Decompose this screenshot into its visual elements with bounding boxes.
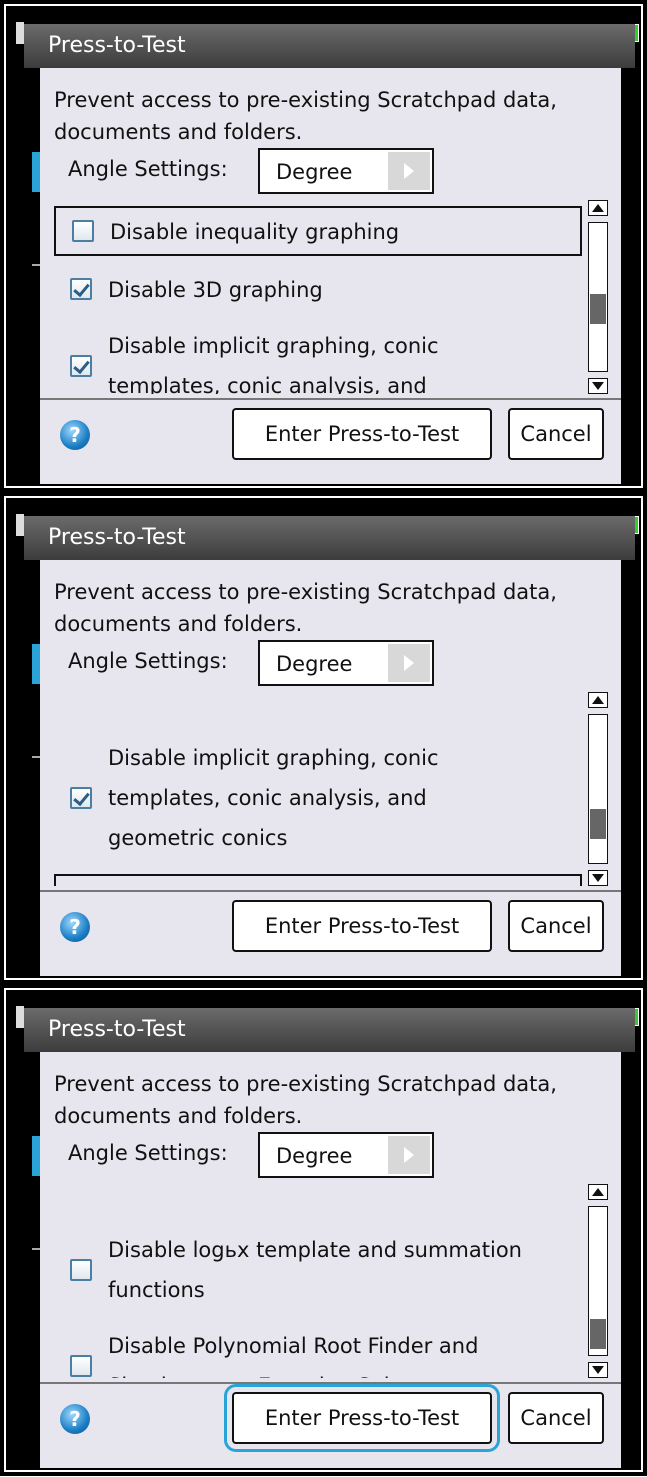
list-scrollbar[interactable] (588, 1184, 608, 1378)
option-row[interactable]: Limit trigonometric functions (54, 874, 582, 886)
help-icon[interactable]: ? (60, 912, 90, 942)
scroll-track[interactable] (588, 1206, 608, 1356)
checkbox-checked-icon[interactable] (70, 355, 92, 377)
cancel-button[interactable]: Cancel (508, 408, 604, 460)
enter-press-to-test-button[interactable]: Enter Press-to-Test (232, 900, 492, 952)
dialog-title: Press-to-Test (24, 24, 635, 68)
enter-press-to-test-button[interactable]: Enter Press-to-Test (224, 1384, 500, 1452)
dialog-description: Prevent access to pre-existing Scratchpa… (54, 580, 557, 636)
scroll-up-icon[interactable] (588, 200, 608, 216)
dropdown-arrow-icon[interactable] (388, 1136, 430, 1174)
dialog-divider (40, 398, 621, 400)
dialog-divider (40, 890, 621, 892)
dialog-description: Prevent access to pre-existing Scratchpa… (54, 1072, 557, 1128)
scroll-thumb[interactable] (590, 809, 606, 839)
option-label: Disable 3D graphing (108, 278, 323, 302)
press-to-test-screen-3: Press-to-Test Prevent access to pre-exist… (0, 984, 647, 1476)
checkbox-unchecked-icon[interactable] (72, 220, 94, 242)
press-to-test-screen-2: Press-to-Test Prevent access to pre-exist… (0, 492, 647, 984)
cancel-button[interactable]: Cancel (508, 900, 604, 952)
dropdown-arrow-icon[interactable] (388, 644, 430, 682)
option-label: Disable inequality graphing (110, 220, 400, 244)
angle-settings-label: Angle Settings: (68, 1141, 228, 1165)
scroll-up-icon[interactable] (588, 692, 608, 708)
dropdown-arrow-icon[interactable] (388, 152, 430, 190)
scroll-track[interactable] (588, 714, 608, 864)
press-to-test-dialog: Press-to-Test Prevent access to pre-exist… (24, 24, 635, 484)
option-row[interactable]: Disable Polynomial Root Finder and Simult… (54, 1326, 582, 1378)
option-label: Limit trigonometric functions (110, 884, 415, 886)
option-label: functions (108, 1278, 205, 1302)
angle-settings-value: Degree (276, 1144, 353, 1168)
option-label: Disable implicit graphing, conic (108, 334, 439, 358)
cancel-button[interactable]: Cancel (508, 1392, 604, 1444)
options-list: Disable logьx template and summation func… (54, 1184, 586, 1378)
background-document-edge (16, 514, 24, 536)
background-document-edge (16, 1006, 24, 1028)
help-icon[interactable]: ? (60, 1404, 90, 1434)
checkbox-unchecked-icon[interactable] (70, 1355, 92, 1377)
scroll-down-icon[interactable] (588, 378, 608, 394)
option-label: Disable logьx template and summation (108, 1238, 522, 1262)
option-row[interactable]: Disable 3D graphing (54, 266, 582, 316)
options-list: Disable inequality graphing Disable 3D gr… (54, 200, 586, 394)
help-icon[interactable]: ? (60, 420, 90, 450)
dialog-title: Press-to-Test (24, 1008, 635, 1052)
checkbox-checked-icon[interactable] (70, 278, 92, 300)
scroll-up-icon[interactable] (588, 1184, 608, 1200)
option-label: Disable Polynomial Root Finder and (108, 1334, 479, 1358)
option-label: geometric conics (108, 826, 288, 850)
scroll-track[interactable] (588, 222, 608, 372)
option-row[interactable]: Disable implicit graphing, conic template… (54, 738, 582, 858)
angle-settings-label: Angle Settings: (68, 157, 228, 181)
angle-settings-label: Angle Settings: (68, 649, 228, 673)
option-label: templates, conic analysis, and (108, 786, 427, 810)
list-scrollbar[interactable] (588, 200, 608, 394)
checkbox-unchecked-icon[interactable] (70, 1259, 92, 1281)
option-label: templates, conic analysis, and (108, 374, 427, 394)
option-label: Disable implicit graphing, conic (108, 746, 439, 770)
option-row[interactable]: Disable logьx template and summation func… (54, 1230, 582, 1310)
dialog-title: Press-to-Test (24, 516, 635, 560)
list-scrollbar[interactable] (588, 692, 608, 886)
angle-settings-select[interactable]: Degree (258, 148, 434, 194)
enter-press-to-test-button[interactable]: Enter Press-to-Test (232, 408, 492, 460)
background-document-edge (16, 22, 24, 44)
angle-settings-value: Degree (276, 652, 353, 676)
options-list: Disable implicit graphing, conic template… (54, 692, 586, 886)
scroll-thumb[interactable] (590, 1319, 606, 1349)
scroll-down-icon[interactable] (588, 1362, 608, 1378)
dialog-divider (40, 1382, 621, 1384)
option-label: Simultaneous Equation Solver (108, 1370, 424, 1378)
angle-settings-select[interactable]: Degree (258, 640, 434, 686)
dialog-description: Prevent access to pre-existing Scratchpa… (54, 88, 557, 144)
angle-settings-value: Degree (276, 160, 353, 184)
checkbox-checked-icon[interactable] (70, 787, 92, 809)
angle-settings-select[interactable]: Degree (258, 1132, 434, 1178)
press-to-test-screen-1: Press-to-Test Prevent access to pre-exist… (0, 0, 647, 492)
option-row[interactable]: Disable implicit graphing, conic template… (54, 326, 582, 394)
scroll-down-icon[interactable] (588, 870, 608, 886)
option-row[interactable]: Disable inequality graphing (54, 206, 582, 256)
press-to-test-dialog: Press-to-Test Prevent access to pre-exist… (24, 516, 635, 976)
scroll-thumb[interactable] (590, 294, 606, 324)
press-to-test-dialog: Press-to-Test Prevent access to pre-exist… (24, 1008, 635, 1468)
